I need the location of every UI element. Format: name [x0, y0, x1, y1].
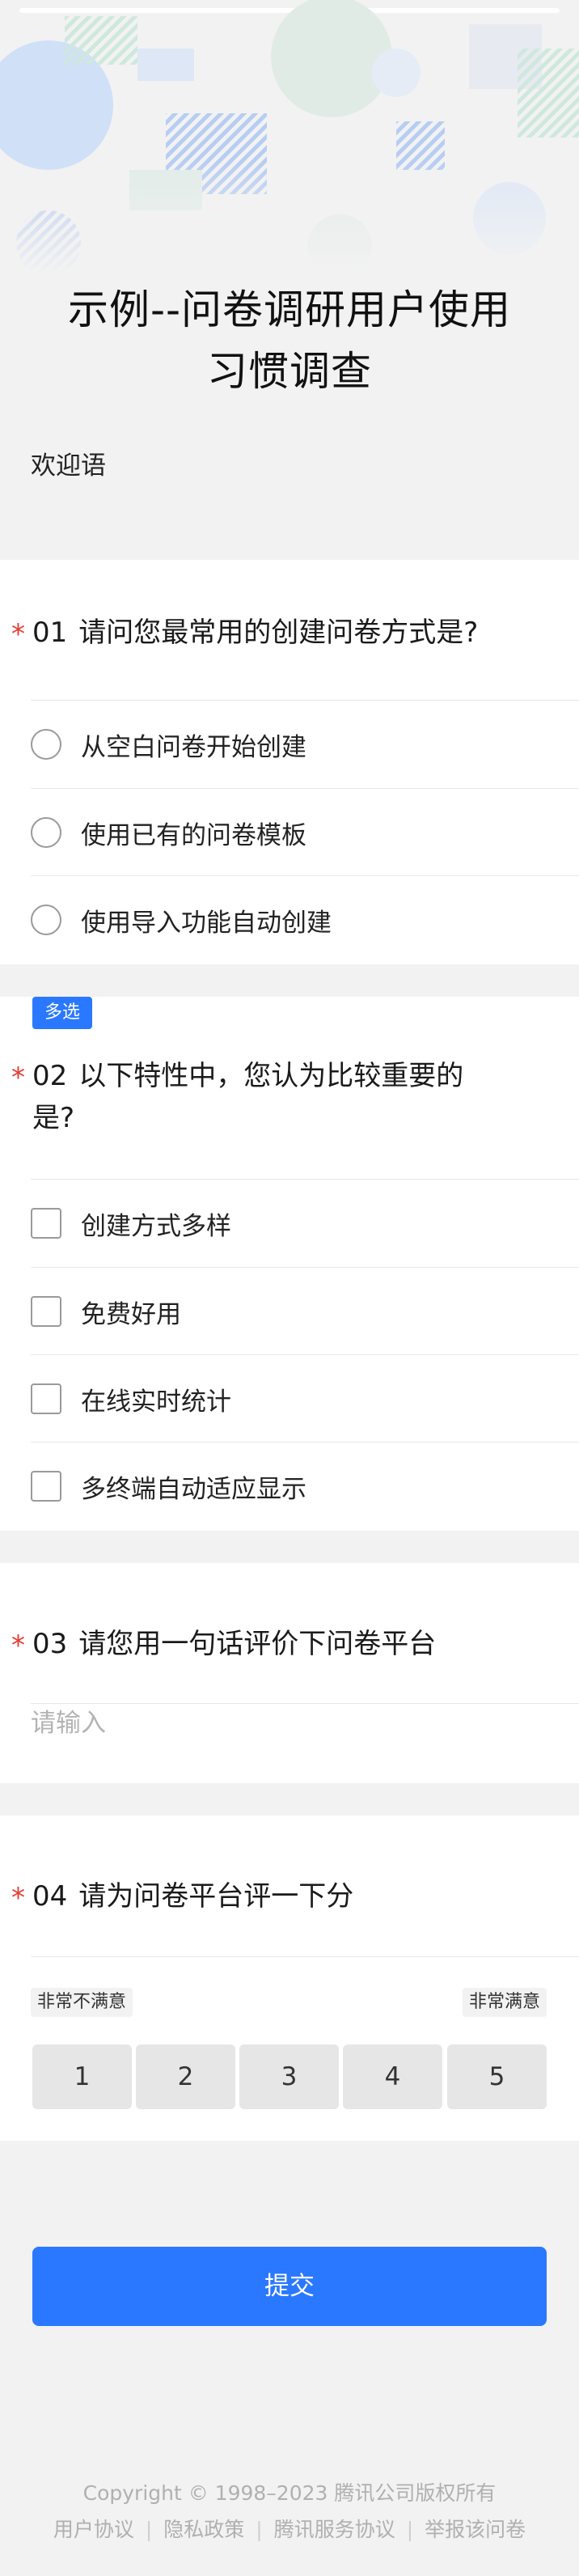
link-separator: | — [406, 2518, 414, 2541]
question-1-card: * 01 请问您最常用的创建问卷方式是? 从空白问卷开始创建 使用已有的问卷模板 使… — [0, 560, 579, 964]
survey-title-line-2: 习惯调查 — [207, 348, 372, 395]
scale-high-label: 非常满意 — [462, 1988, 547, 2017]
submit-button[interactable]: 提交 — [32, 2247, 547, 2326]
radio-option[interactable]: 从空白问卷开始创建 — [31, 701, 579, 788]
score-button-2[interactable]: 2 — [136, 2044, 235, 2109]
question-number: 02 — [32, 1060, 68, 1092]
multi-select-tag: 多选 — [32, 997, 92, 1029]
required-mark: * — [11, 618, 25, 650]
score-button-5[interactable]: 5 — [447, 2044, 547, 2109]
user-agreement-link[interactable]: 用户协议 — [53, 2518, 134, 2541]
report-survey-link[interactable]: 举报该问卷 — [425, 2518, 526, 2541]
link-separator: | — [145, 2518, 153, 2541]
checkbox-icon[interactable] — [31, 1383, 61, 1414]
question-number: 01 — [32, 616, 68, 649]
question-4-title: * 04 请为问卷平台评一下分 — [11, 1875, 545, 1917]
link-separator: | — [256, 2518, 263, 2541]
radio-circle-icon[interactable] — [31, 817, 61, 848]
checkbox-icon[interactable] — [31, 1296, 61, 1327]
checkbox-icon[interactable] — [31, 1208, 61, 1239]
scale-low-label: 非常不满意 — [31, 1988, 133, 2017]
question-text: 请为问卷平台评一下分 — [78, 1880, 354, 1913]
question-text-line-1: 以下特性中，您认为比较重要的 — [78, 1060, 464, 1092]
header-decoration — [0, 0, 579, 275]
option-label: 使用导入功能自动创建 — [81, 908, 332, 938]
question-text-line-2: 是? — [32, 1102, 75, 1134]
score-button-3[interactable]: 3 — [239, 2044, 339, 2109]
survey-title: 示例--问卷调研用户使用 习惯调查 — [32, 279, 547, 402]
checkbox-option[interactable]: 免费好用 — [31, 1268, 579, 1355]
question-3-title: * 03 请您用一句话评价下问卷平台 — [11, 1623, 545, 1665]
option-label: 免费好用 — [81, 1299, 181, 1329]
checkbox-option[interactable]: 多终端自动适应显示 — [31, 1443, 579, 1530]
question-3-card: * 03 请您用一句话评价下问卷平台 — [0, 1563, 579, 1783]
radio-circle-icon[interactable] — [31, 729, 61, 760]
question-1-title: * 01 请问您最常用的创建问卷方式是? — [11, 612, 545, 654]
checkbox-icon[interactable] — [31, 1471, 61, 1502]
question-number: 03 — [32, 1628, 68, 1660]
question-2-title: * 02 以下特性中，您认为比较重要的 是? — [11, 1055, 545, 1139]
question-text: 请您用一句话评价下问卷平台 — [78, 1628, 437, 1660]
required-mark: * — [11, 1629, 25, 1662]
checkbox-option[interactable]: 在线实时统计 — [31, 1355, 579, 1443]
footer-links: 用户协议 | 隐私政策 | 腾讯服务协议 | 举报该问卷 — [0, 2514, 579, 2543]
question-2-card: * 02 以下特性中，您认为比较重要的 是? 创建方式多样 免费好用 在线实时统计 … — [0, 997, 579, 1531]
radio-circle-icon[interactable] — [31, 905, 61, 935]
question-number: 04 — [32, 1880, 68, 1913]
service-agreement-link[interactable]: 腾讯服务协议 — [274, 2518, 395, 2541]
checkbox-option[interactable]: 创建方式多样 — [31, 1180, 579, 1267]
option-label: 从空白问卷开始创建 — [81, 732, 306, 762]
option-label: 在线实时统计 — [81, 1387, 231, 1417]
option-label: 使用已有的问卷模板 — [81, 820, 306, 850]
option-label: 创建方式多样 — [81, 1211, 231, 1241]
survey-title-line-1: 示例--问卷调研用户使用 — [67, 286, 512, 333]
score-button-4[interactable]: 4 — [343, 2044, 442, 2109]
required-mark: * — [11, 1061, 25, 1094]
radio-option[interactable]: 使用已有的问卷模板 — [31, 789, 579, 876]
score-button-1[interactable]: 1 — [32, 2044, 132, 2109]
required-mark: * — [11, 1882, 25, 1914]
copyright-text: Copyright © 1998–2023 腾讯公司版权所有 — [82, 2481, 497, 2505]
privacy-policy-link[interactable]: 隐私政策 — [163, 2518, 244, 2541]
radio-option[interactable]: 使用导入功能自动创建 — [31, 876, 579, 964]
divider — [31, 1956, 579, 1957]
option-label: 多终端自动适应显示 — [81, 1474, 306, 1504]
comment-input[interactable] — [31, 1699, 548, 1748]
welcome-text: 欢迎语 — [31, 451, 106, 481]
question-text: 请问您最常用的创建问卷方式是? — [78, 616, 479, 649]
survey-header: 示例--问卷调研用户使用 习惯调查 欢迎语 — [0, 0, 579, 560]
